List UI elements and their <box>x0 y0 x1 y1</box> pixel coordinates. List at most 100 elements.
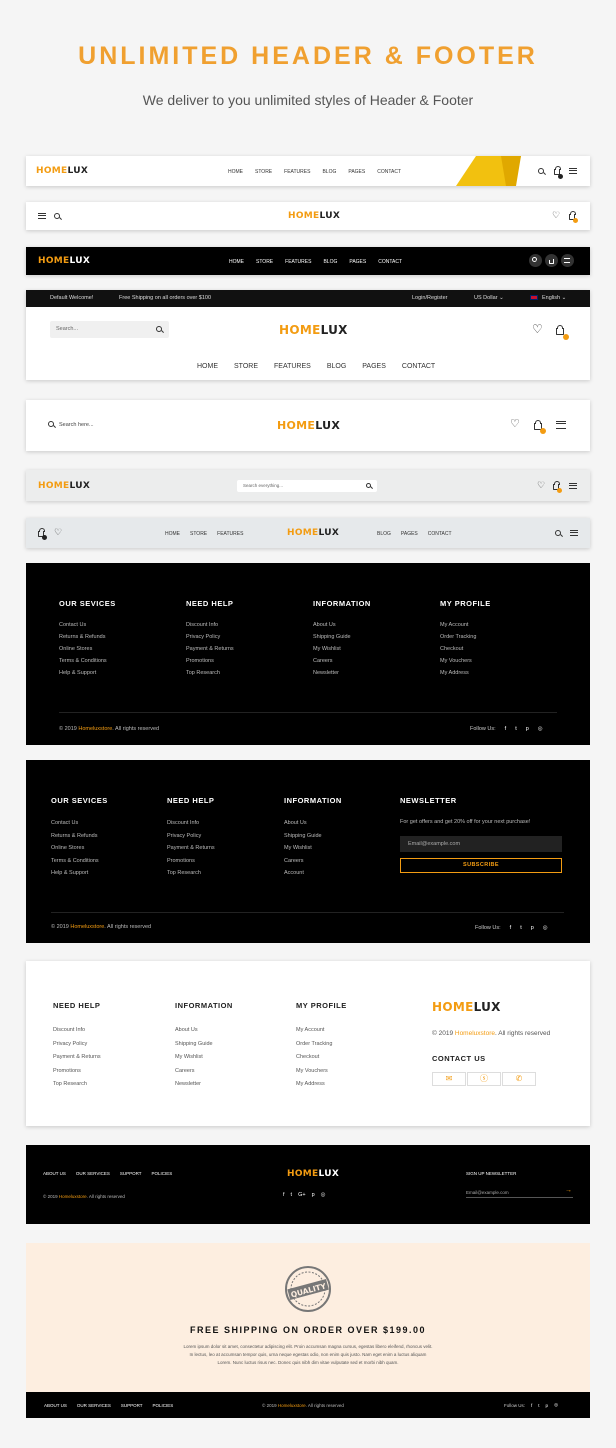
nav-home[interactable]: HOME <box>229 259 244 265</box>
footer-link-about[interactable]: ABOUT US <box>43 1171 66 1176</box>
footer-link[interactable]: About Us <box>313 619 351 631</box>
menu-icon[interactable] <box>569 168 577 174</box>
twitter-icon[interactable]: t <box>520 925 522 931</box>
nav-pages[interactable]: PAGES <box>401 531 418 537</box>
brand-link[interactable]: Homeluxstore <box>59 1194 87 1199</box>
search-icon[interactable] <box>54 213 60 219</box>
footer-link[interactable]: Terms & Conditions <box>51 855 99 868</box>
logo[interactable]: HOMELUX <box>287 528 339 538</box>
email-button[interactable]: ✉ <box>432 1072 466 1086</box>
search-input[interactable]: Search everything... <box>237 480 377 492</box>
heart-icon[interactable]: ♡ <box>552 211 560 220</box>
heart-icon[interactable]: ♡ <box>532 323 543 335</box>
footer-link[interactable]: Promotions <box>167 855 215 868</box>
footer-link[interactable]: My Account <box>440 619 476 631</box>
newsletter-email-input[interactable]: Email@example.com → <box>466 1187 573 1198</box>
logo[interactable]: HOMELUX <box>38 481 90 491</box>
search-input[interactable]: Search... <box>50 321 169 338</box>
footer-link[interactable]: Promotions <box>53 1065 101 1079</box>
twitter-icon[interactable]: t <box>515 726 517 732</box>
footer-link[interactable]: Order Tracking <box>296 1038 332 1052</box>
brand-link[interactable]: Homeluxstore <box>78 726 112 732</box>
cart-icon[interactable] <box>556 325 564 335</box>
footer-link[interactable]: About Us <box>284 817 322 830</box>
nav-contact[interactable]: CONTACT <box>428 531 452 537</box>
nav-features[interactable]: FEATURES <box>217 531 243 537</box>
newsletter-email-input[interactable]: Email@example.com <box>400 836 562 852</box>
heart-icon[interactable]: ♡ <box>510 419 520 430</box>
menu-icon[interactable] <box>38 213 46 219</box>
footer-link-policies[interactable]: POLICIES <box>152 1171 173 1176</box>
logo[interactable]: HOMELUX <box>279 323 348 337</box>
nav-blog[interactable]: BLOG <box>377 531 391 537</box>
footer-link[interactable]: My Wishlist <box>284 842 322 855</box>
search-icon[interactable] <box>538 168 544 174</box>
login-link[interactable]: Login/Register <box>412 295 447 301</box>
logo[interactable]: HOMELUX <box>277 419 340 432</box>
nav-features[interactable]: FEATURES <box>274 363 311 370</box>
nav-blog[interactable]: BLOG <box>322 169 336 175</box>
footer-link-services[interactable]: OUR SERVICES <box>76 1171 110 1176</box>
logo[interactable]: HOMELUX <box>38 256 90 266</box>
logo[interactable]: HOMELUX <box>287 1169 339 1179</box>
footer-link[interactable]: Top Research <box>167 867 215 880</box>
nav-store[interactable]: STORE <box>234 363 258 370</box>
logo[interactable]: HOMELUX <box>432 1000 501 1014</box>
footer-link[interactable]: Payment & Returns <box>53 1051 101 1065</box>
twitter-icon[interactable]: t <box>291 1192 293 1198</box>
pinterest-icon[interactable]: p <box>546 1403 549 1408</box>
heart-icon[interactable]: ♡ <box>54 528 62 537</box>
footer-link-policies[interactable]: POLICIES <box>153 1403 174 1408</box>
footer-link[interactable]: Newsletter <box>313 667 351 679</box>
google-plus-icon[interactable]: G+ <box>298 1192 306 1198</box>
nav-home[interactable]: HOME <box>165 531 180 537</box>
menu-button[interactable] <box>561 254 574 267</box>
footer-link[interactable]: Discount Info <box>53 1024 101 1038</box>
nav-features[interactable]: FEATURES <box>284 169 310 175</box>
footer-link[interactable]: About Us <box>175 1024 213 1038</box>
nav-contact[interactable]: CONTACT <box>402 363 435 370</box>
nav-store[interactable]: STORE <box>255 169 272 175</box>
footer-link[interactable]: Shipping Guide <box>284 830 322 843</box>
menu-icon[interactable] <box>569 483 577 489</box>
footer-link[interactable]: Shipping Guide <box>313 631 351 643</box>
footer-link[interactable]: Online Stores <box>51 842 99 855</box>
menu-icon[interactable] <box>556 421 566 429</box>
nav-blog[interactable]: BLOG <box>323 259 337 265</box>
instagram-icon[interactable]: ◎ <box>554 1402 558 1408</box>
footer-link[interactable]: Order Tracking <box>440 631 476 643</box>
instagram-icon[interactable]: ◎ <box>543 925 548 931</box>
heart-icon[interactable]: ♡ <box>537 481 545 490</box>
arrow-right-icon[interactable]: → <box>565 1187 572 1194</box>
brand-link[interactable]: Homeluxstore <box>278 1403 306 1408</box>
footer-link[interactable]: Account <box>284 867 322 880</box>
footer-link-about[interactable]: ABOUT US <box>44 1403 67 1408</box>
subscribe-button[interactable]: SUBSCRIBE <box>400 858 562 873</box>
nav-pages[interactable]: PAGES <box>362 363 386 370</box>
search-icon[interactable] <box>48 421 54 427</box>
nav-pages[interactable]: PAGES <box>348 169 365 175</box>
nav-home[interactable]: HOME <box>197 363 218 370</box>
menu-icon[interactable] <box>570 530 578 536</box>
footer-link[interactable]: Checkout <box>296 1051 332 1065</box>
facebook-icon[interactable]: f <box>510 925 512 931</box>
nav-home[interactable]: HOME <box>228 169 243 175</box>
nav-contact[interactable]: CONTACT <box>378 259 402 265</box>
instagram-icon[interactable]: ◎ <box>321 1192 326 1198</box>
brand-link[interactable]: Homeluxstore <box>70 924 104 930</box>
footer-link[interactable]: Returns & Refunds <box>51 830 99 843</box>
search-icon[interactable] <box>366 483 371 488</box>
instagram-icon[interactable]: ◎ <box>538 726 543 732</box>
footer-link[interactable]: Careers <box>284 855 322 868</box>
footer-link[interactable]: Payment & Returns <box>186 643 234 655</box>
search-icon[interactable] <box>156 326 162 332</box>
facebook-icon[interactable]: f <box>505 726 507 732</box>
footer-link[interactable]: My Address <box>440 667 476 679</box>
facebook-icon[interactable]: f <box>531 1403 532 1408</box>
footer-link[interactable]: My Account <box>296 1024 332 1038</box>
nav-contact[interactable]: CONTACT <box>377 169 401 175</box>
search-placeholder[interactable]: Search here... <box>59 422 94 428</box>
footer-link[interactable]: Returns & Refunds <box>59 631 107 643</box>
footer-link[interactable]: My Wishlist <box>175 1051 213 1065</box>
logo[interactable]: HOMELUX <box>36 166 88 176</box>
